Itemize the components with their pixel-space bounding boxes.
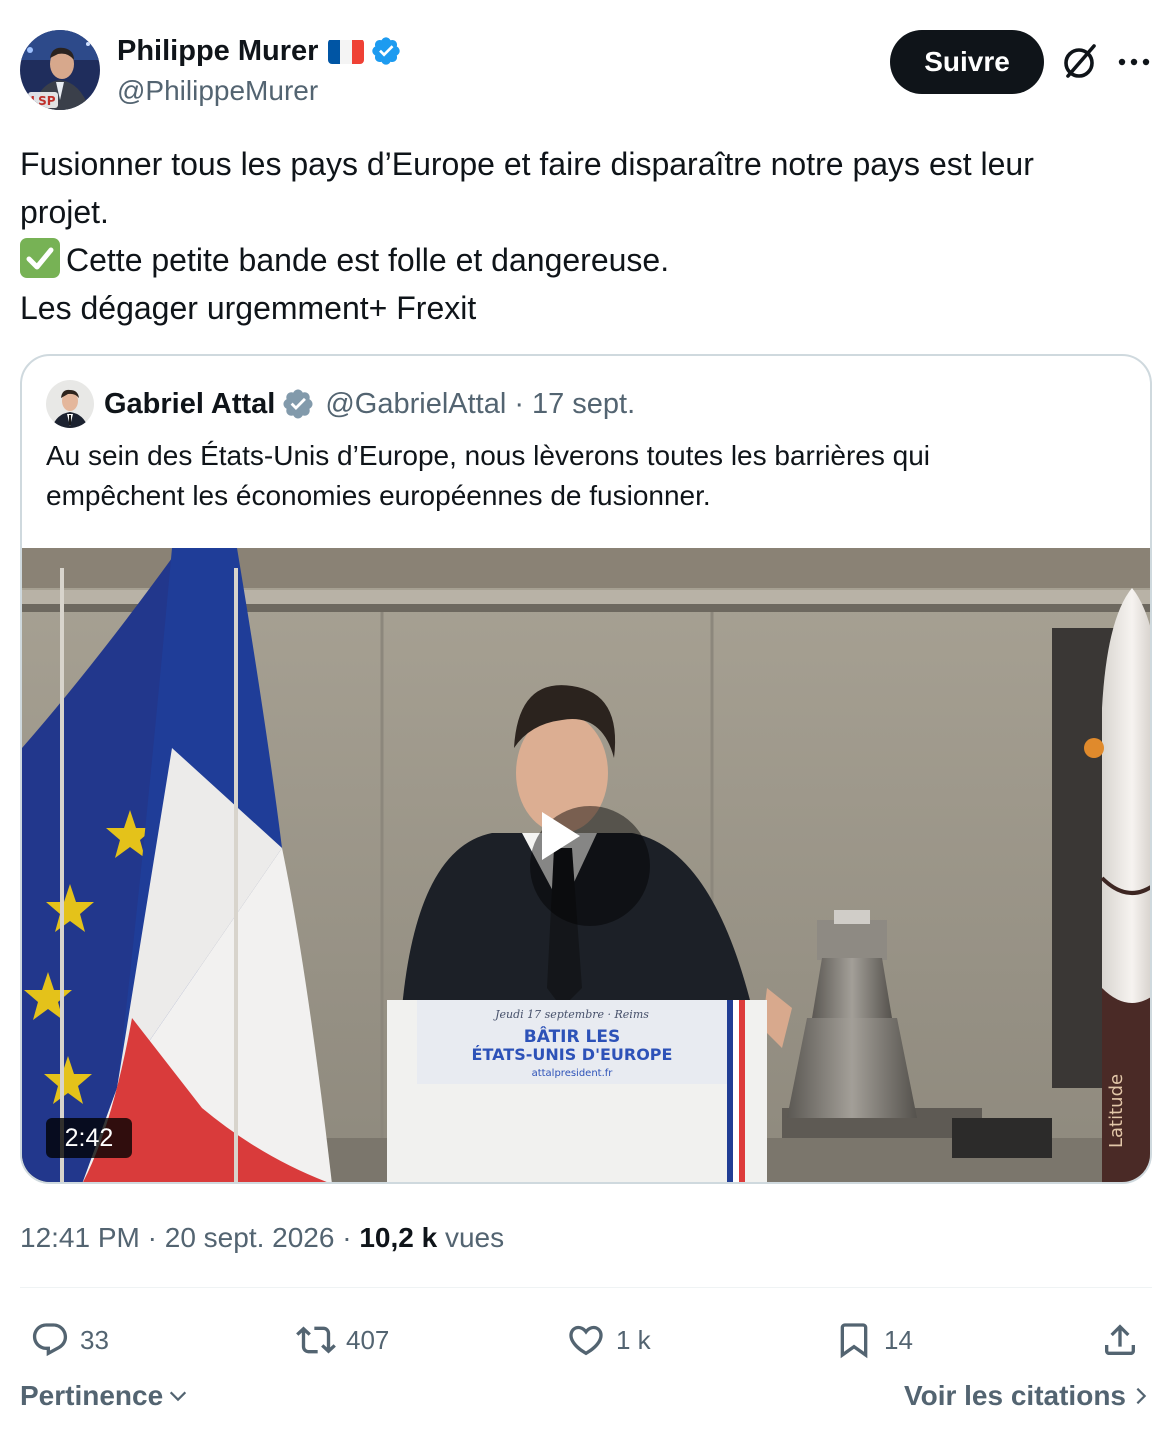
action-bar: 33 407 1 k 14 <box>0 1312 1174 1368</box>
dot-separator: · <box>514 388 524 420</box>
like-count: 1 k <box>616 1324 651 1355</box>
quoted-tweet-line: empêchent les économies européennes de f… <box>46 480 711 511</box>
grok-icon[interactable] <box>1058 40 1102 84</box>
play-icon <box>542 812 580 860</box>
quoted-tweet-text: Au sein des États-Unis d’Europe, nous lè… <box>46 436 1126 516</box>
quoted-author-handle[interactable]: @GabrielAttal <box>325 386 506 422</box>
tweet-meta: 12:41 PM · 20 sept. 2026 · 10,2 k vues <box>20 1218 504 1258</box>
podium-date-text: Jeudi 17 septembre · Reims <box>493 1008 649 1021</box>
heart-icon <box>569 1325 603 1356</box>
view-quotes-link[interactable]: Voir les citations <box>904 1380 1152 1412</box>
chevron-right-icon <box>1136 1387 1147 1405</box>
author-avatar[interactable]: LSP <box>20 30 100 110</box>
tweet-line: Fusionner tous les pays d’Europe et fair… <box>20 146 1034 182</box>
author-name-row[interactable]: Philippe Murer <box>117 34 402 68</box>
quoted-tweet-date[interactable]: 17 sept. <box>532 386 635 422</box>
quoted-tweet-header: Gabriel Attal @GabrielAttal · 17 sept. <box>104 386 635 422</box>
avatar-lsp-text: LSP <box>30 94 55 108</box>
tweet-line: Les dégager urgemment+ Frexit <box>20 290 477 326</box>
author-handle[interactable]: @PhilippeMurer <box>117 74 318 108</box>
sort-dropdown[interactable]: Pertinence <box>20 1380 189 1412</box>
divider <box>20 1287 1152 1288</box>
dot-separator: · <box>342 1222 352 1253</box>
bookmark-icon <box>840 1323 868 1359</box>
share-button[interactable] <box>1100 1312 1150 1368</box>
more-horizontal-icon[interactable] <box>1114 46 1154 78</box>
rocket-latitude-text: Latitude <box>1106 1074 1127 1148</box>
repost-button[interactable]: 407 <box>296 1312 389 1368</box>
verified-badge-icon[interactable] <box>370 35 402 67</box>
podium-title-line1: BÂTIR LES <box>524 1025 620 1047</box>
podium-url-text: attalpresident.fr <box>532 1068 614 1079</box>
view-quotes-label: Voir les citations <box>904 1380 1126 1411</box>
quoted-tweet-card[interactable]: Gabriel Attal @GabrielAttal · 17 sept. A… <box>20 354 1152 1184</box>
check-mark-emoji-icon <box>20 238 60 278</box>
quoted-author-name[interactable]: Gabriel Attal <box>104 386 275 422</box>
author-name[interactable]: Philippe Murer <box>117 34 318 68</box>
follow-button[interactable]: Suivre <box>890 30 1044 94</box>
tweet-line: projet. <box>20 194 109 230</box>
tweet-time[interactable]: 12:41 PM <box>20 1222 140 1253</box>
tweet-date[interactable]: 20 sept. 2026 <box>165 1222 335 1253</box>
bookmark-button[interactable]: 14 <box>834 1312 913 1368</box>
france-flag-icon <box>328 39 365 64</box>
quoted-tweet-line: Au sein des États-Unis d’Europe, nous lè… <box>46 440 931 471</box>
reply-icon <box>32 1323 68 1357</box>
bookmark-count: 14 <box>884 1324 913 1355</box>
repost-icon <box>296 1326 336 1354</box>
video-player[interactable]: Latitude Jeudi 17 septembre · Reims BÂTI… <box>22 548 1150 1182</box>
tweet-line-with-emoji: Cette petite bande est folle et dangereu… <box>20 236 1150 284</box>
reply-count: 33 <box>80 1324 109 1355</box>
tweet-text: Fusionner tous les pays d’Europe et fair… <box>20 140 1150 332</box>
play-button[interactable] <box>530 806 650 926</box>
views-count: 10,2 k <box>359 1222 438 1253</box>
views-label: vues <box>444 1222 505 1253</box>
reply-button[interactable]: 33 <box>30 1312 109 1368</box>
dot-separator: · <box>147 1222 157 1253</box>
repost-count: 407 <box>346 1324 390 1355</box>
sort-label: Pertinence <box>20 1380 164 1411</box>
podium-title-line2: ÉTATS-UNIS D'EUROPE <box>472 1045 673 1064</box>
quoted-author-avatar[interactable] <box>46 380 94 428</box>
chevron-down-icon <box>170 1391 187 1402</box>
video-duration: 2:42 <box>46 1118 132 1158</box>
verified-badge-icon[interactable] <box>281 387 315 421</box>
share-icon <box>1105 1324 1135 1355</box>
like-button[interactable]: 1 k <box>566 1312 651 1368</box>
tweet-line: Cette petite bande est folle et dangereu… <box>66 242 670 278</box>
